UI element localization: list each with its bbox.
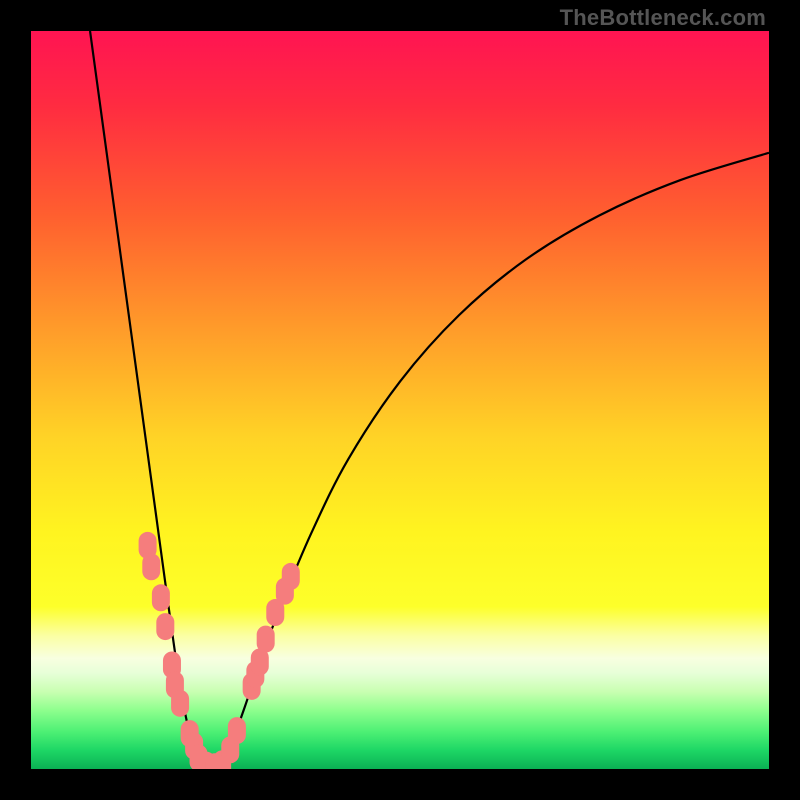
plot-area bbox=[31, 31, 769, 769]
bottleneck-curve bbox=[90, 31, 769, 768]
data-point-marker bbox=[171, 690, 189, 717]
data-point-marker bbox=[282, 563, 300, 590]
data-point-marker bbox=[257, 626, 275, 653]
curve-layer bbox=[31, 31, 769, 769]
data-point-marker bbox=[142, 553, 160, 580]
data-point-marker bbox=[152, 584, 170, 611]
data-point-marker bbox=[228, 717, 246, 744]
data-point-marker bbox=[156, 613, 174, 640]
watermark-text: TheBottleneck.com bbox=[560, 5, 766, 31]
chart-container: TheBottleneck.com bbox=[0, 0, 800, 800]
